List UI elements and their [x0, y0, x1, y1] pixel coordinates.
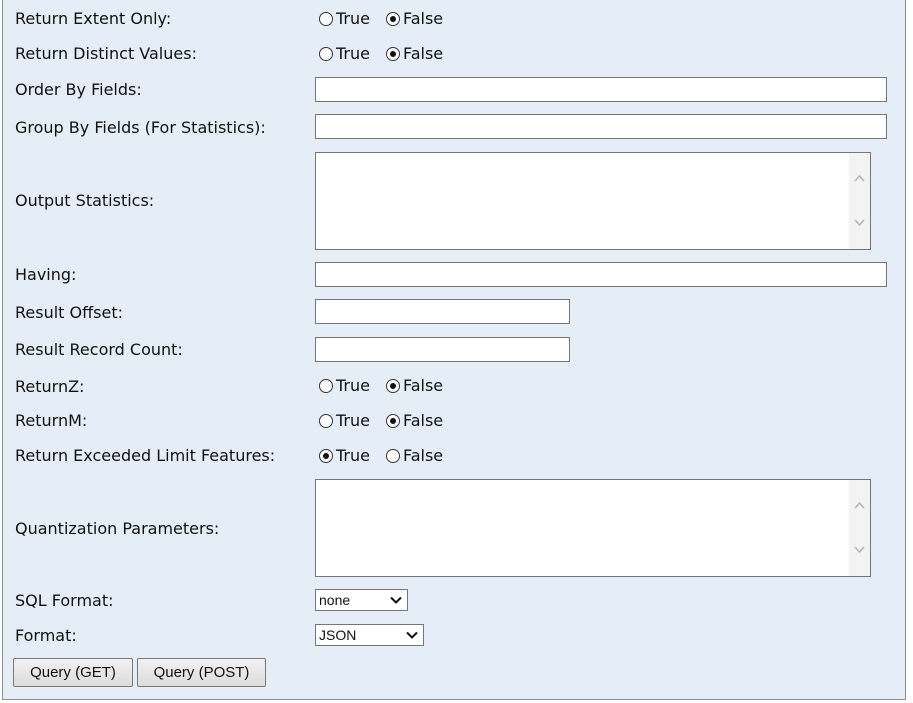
having-label: Having: [15, 265, 77, 284]
true-label: True [336, 376, 370, 395]
return-distinct-values-true-option[interactable]: True [319, 44, 370, 64]
format-label: Format: [15, 626, 77, 645]
output-statistics-textarea[interactable] [315, 152, 871, 250]
return-m-radio-group: True False [319, 411, 459, 431]
false-label: False [402, 446, 444, 465]
quantization-parameters-scrollbar[interactable] [849, 480, 870, 576]
quantization-parameters-textarea[interactable] [315, 479, 871, 577]
chevron-up-icon[interactable] [853, 172, 866, 185]
chevron-down-icon[interactable] [853, 216, 866, 229]
result-record-count-label: Result Record Count: [15, 340, 183, 359]
false-label: False [402, 376, 444, 395]
return-m-false-radio[interactable] [385, 414, 400, 428]
false-label: False [402, 44, 444, 63]
return-z-radio-group: True False [319, 376, 459, 396]
return-exceeded-limit-features-true-option[interactable]: True [319, 446, 370, 466]
return-exceeded-limit-features-false-option[interactable]: False [385, 446, 444, 466]
return-z-label: ReturnZ: [15, 377, 85, 396]
result-offset-label: Result Offset: [15, 303, 123, 322]
result-offset-input[interactable] [315, 299, 570, 324]
return-z-true-option[interactable]: True [319, 376, 370, 396]
return-exceeded-limit-features-label: Return Exceeded Limit Features: [15, 446, 276, 465]
chevron-down-icon[interactable] [853, 543, 866, 556]
true-label: True [336, 446, 370, 465]
return-extent-only-true-option[interactable]: True [319, 9, 370, 29]
return-m-true-option[interactable]: True [319, 411, 370, 431]
sql-format-select[interactable]: none [315, 589, 408, 611]
query-get-button[interactable]: Query (GET) [13, 658, 133, 687]
format-selected-value: JSON [319, 627, 357, 643]
chevron-up-icon[interactable] [853, 499, 866, 512]
true-label: True [336, 9, 370, 28]
return-extent-only-false-radio[interactable] [385, 12, 400, 26]
return-exceeded-limit-features-false-radio[interactable] [385, 449, 400, 463]
output-statistics-label: Output Statistics: [15, 191, 155, 210]
order-by-fields-input[interactable] [315, 77, 887, 102]
return-distinct-values-radio-group: True False [319, 44, 459, 64]
return-distinct-values-label: Return Distinct Values: [15, 44, 197, 63]
result-record-count-input[interactable] [315, 337, 570, 362]
sql-format-selected-value: none [319, 592, 351, 608]
return-extent-only-false-option[interactable]: False [385, 9, 444, 29]
output-statistics-scrollbar[interactable] [849, 153, 870, 249]
return-m-true-radio[interactable] [319, 414, 333, 428]
return-m-false-option[interactable]: False [385, 411, 444, 431]
return-distinct-values-false-radio[interactable] [385, 47, 400, 61]
return-exceeded-limit-features-true-radio[interactable] [319, 449, 333, 463]
query-post-button[interactable]: Query (POST) [137, 658, 266, 687]
return-z-false-radio[interactable] [385, 379, 400, 393]
group-by-fields-input[interactable] [315, 114, 887, 139]
return-extent-only-radio-group: True False [319, 9, 459, 29]
sql-format-label: SQL Format: [15, 591, 114, 610]
return-distinct-values-false-option[interactable]: False [385, 44, 444, 64]
return-extent-only-true-radio[interactable] [319, 12, 333, 26]
true-label: True [336, 44, 370, 63]
order-by-fields-label: Order By Fields: [15, 80, 142, 99]
return-distinct-values-true-radio[interactable] [319, 47, 333, 61]
query-form-panel: Return Extent Only: True False Return Di… [2, 0, 906, 700]
group-by-fields-label: Group By Fields (For Statistics): [15, 118, 266, 137]
return-z-false-option[interactable]: False [385, 376, 444, 396]
return-exceeded-limit-features-radio-group: True False [319, 446, 459, 466]
false-label: False [402, 9, 444, 28]
return-extent-only-label: Return Extent Only: [15, 9, 172, 28]
return-z-true-radio[interactable] [319, 379, 333, 393]
chevron-down-icon [389, 593, 403, 607]
chevron-down-icon [405, 628, 419, 642]
quantization-parameters-label: Quantization Parameters: [15, 519, 220, 538]
format-select[interactable]: JSON [315, 624, 424, 646]
false-label: False [402, 411, 444, 430]
having-input[interactable] [315, 262, 887, 287]
true-label: True [336, 411, 370, 430]
return-m-label: ReturnM: [15, 411, 88, 430]
